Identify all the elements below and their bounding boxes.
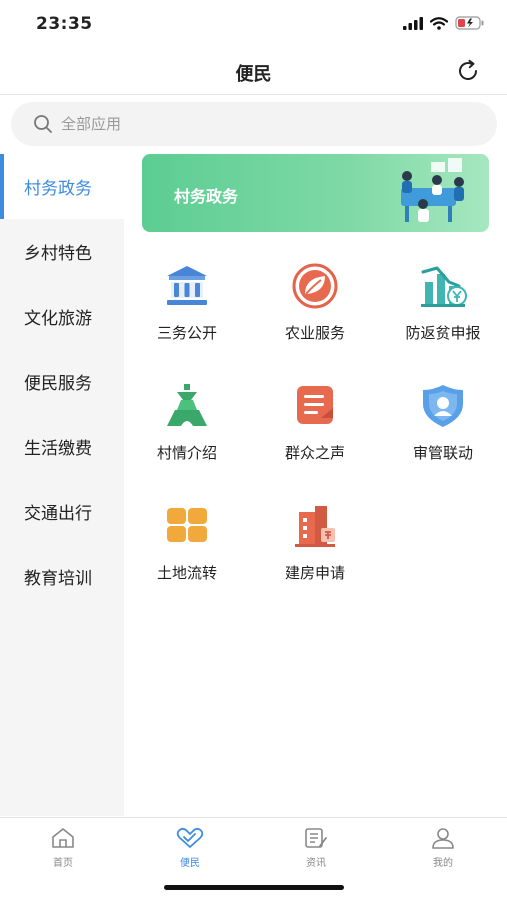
sidebar-item-label: 文化旅游 [24, 309, 92, 329]
status-bar: 23:35 [0, 0, 507, 46]
note-icon [297, 386, 333, 424]
search-bar[interactable] [11, 102, 497, 146]
tab-home[interactable]: 首页 [33, 826, 93, 869]
sidebar-item-label: 生活缴费 [24, 439, 92, 459]
grid-icon [167, 508, 207, 542]
tile-label: 三务公开 [156, 324, 217, 342]
battery-icon [455, 16, 484, 30]
badge-icon [423, 385, 463, 427]
tile-public-voice[interactable]: 群众之声 [255, 382, 375, 492]
tile-label: 土地流转 [156, 564, 217, 582]
page-title: 便民 [235, 64, 272, 85]
sidebar-item-label: 乡村特色 [24, 244, 92, 264]
wifi-icon [430, 16, 448, 30]
chart-yen-icon [421, 266, 467, 307]
building-icon [167, 266, 207, 305]
search-icon [34, 115, 52, 133]
sidebar-item-transport[interactable]: 交通出行 [0, 479, 124, 544]
signal-icon [403, 16, 423, 30]
house-icon [295, 506, 335, 547]
tile-house-application[interactable]: 建房申请 [255, 502, 375, 612]
refresh-icon[interactable] [455, 58, 481, 84]
tile-label: 审管联动 [412, 444, 473, 462]
tile-label: 防返贫申报 [405, 324, 481, 342]
tab-label: 我的 [433, 858, 453, 869]
tab-label: 资讯 [306, 858, 326, 869]
sidebar-item-education[interactable]: 教育培训 [0, 544, 124, 609]
sidebar-item-culture-tourism[interactable]: 文化旅游 [0, 284, 124, 349]
tile-label: 群众之声 [284, 444, 345, 462]
sidebar-item-label: 村务政务 [24, 179, 92, 199]
heart-hands-icon [176, 827, 204, 848]
status-icons [403, 16, 485, 30]
tile-agriculture-services[interactable]: 农业服务 [255, 262, 375, 372]
meeting-illustration-icon [401, 158, 464, 222]
status-time: 23:35 [36, 14, 93, 34]
tab-label: 首页 [53, 858, 73, 869]
tile-village-intro[interactable]: 村情介绍 [127, 382, 247, 492]
category-banner: 村务政务 [142, 154, 489, 232]
leaf-icon [292, 263, 338, 309]
tab-label: 便民 [180, 858, 200, 869]
search-input[interactable] [61, 102, 461, 146]
user-icon [432, 828, 454, 849]
sidebar-item-rural-features[interactable]: 乡村特色 [0, 219, 124, 284]
sidebar-item-label: 教育培训 [24, 569, 92, 589]
sidebar-item-bill-payment[interactable]: 生活缴费 [0, 414, 124, 479]
tile-label: 村情介绍 [156, 444, 217, 462]
home-icon [52, 828, 74, 848]
tile-label: 建房申请 [284, 564, 345, 582]
sidebar-item-village-affairs[interactable]: 村务政务 [0, 154, 124, 219]
news-icon [305, 828, 327, 848]
tile-three-affairs[interactable]: 三务公开 [127, 262, 247, 372]
category-sidebar: 村务政务 乡村特色 文化旅游 便民服务 生活缴费 交通出行 教育培训 [0, 154, 124, 816]
tile-approval-linkage[interactable]: 审管联动 [383, 382, 503, 492]
tile-poverty-prevention[interactable]: 防返贫申报 [383, 262, 503, 372]
sidebar-item-convenience-services[interactable]: 便民服务 [0, 349, 124, 414]
sidebar-item-label: 便民服务 [24, 374, 92, 394]
tower-icon [167, 384, 207, 426]
tile-land-transfer[interactable]: 土地流转 [127, 502, 247, 612]
tile-label: 农业服务 [284, 324, 345, 342]
tab-news[interactable]: 资讯 [286, 826, 346, 869]
nav-bar: 便民 [0, 48, 507, 95]
sidebar-item-label: 交通出行 [24, 504, 92, 524]
tab-convenience[interactable]: 便民 [160, 826, 220, 869]
banner-title: 村务政务 [174, 187, 239, 206]
home-indicator [164, 885, 344, 890]
tab-profile[interactable]: 我的 [413, 826, 473, 869]
